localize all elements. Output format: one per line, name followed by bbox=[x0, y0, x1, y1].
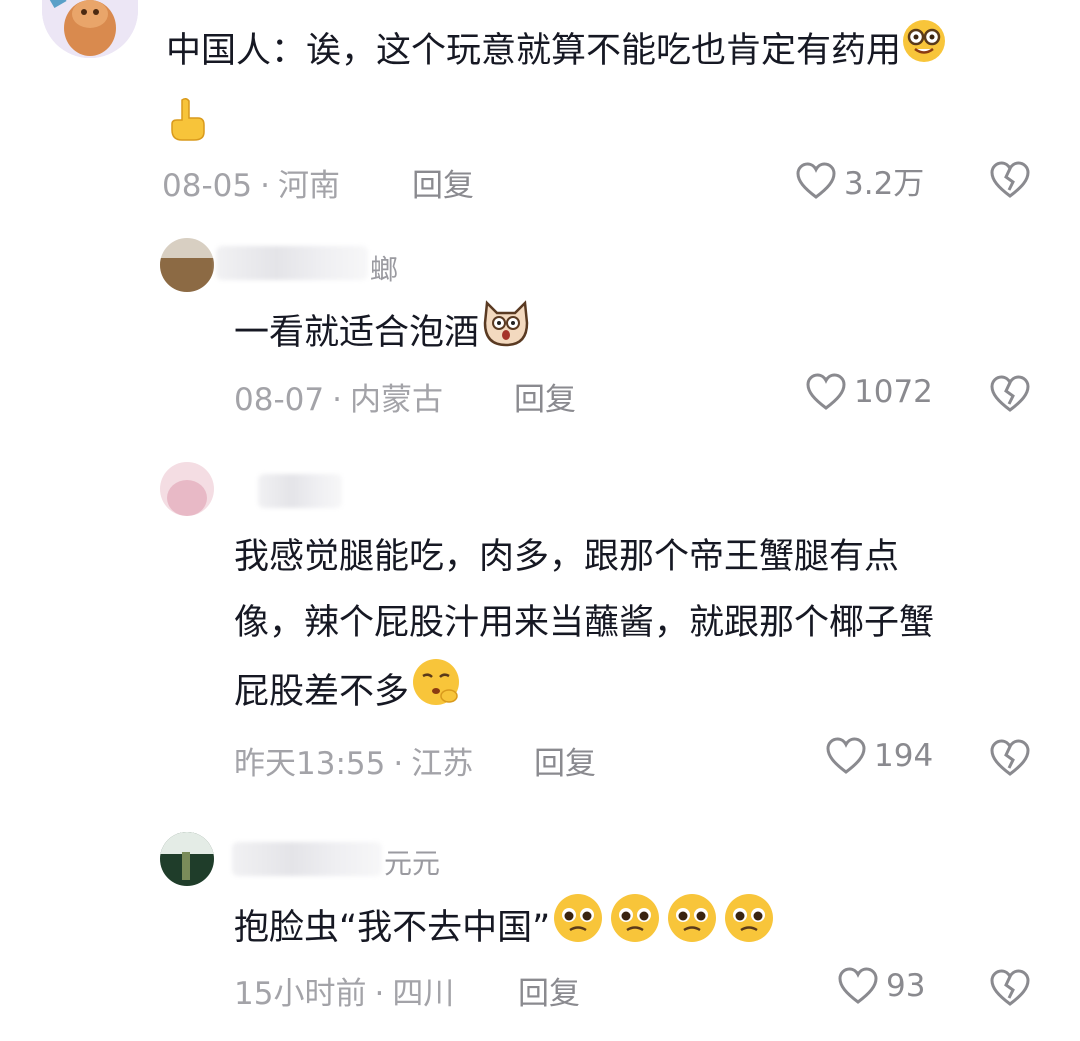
dog-face-emoji bbox=[479, 297, 533, 371]
blurred-username bbox=[232, 842, 382, 876]
reply-button[interactable]: 回复 bbox=[514, 374, 576, 419]
meta-separator: · bbox=[332, 382, 342, 418]
broken-heart-icon[interactable] bbox=[988, 968, 1032, 1008]
blurred-username bbox=[216, 246, 368, 280]
comment-location: 内蒙古 bbox=[349, 382, 443, 418]
comment-location: 四川 bbox=[392, 976, 455, 1012]
meta-separator: · bbox=[374, 976, 385, 1012]
like-count: 1072 bbox=[854, 374, 933, 410]
avatar[interactable] bbox=[42, 0, 138, 58]
heart-outline-icon bbox=[838, 967, 878, 1004]
broken-heart-icon[interactable] bbox=[988, 738, 1032, 778]
heart-outline-icon bbox=[826, 737, 866, 774]
meta-separator: · bbox=[260, 168, 270, 204]
blurred-username bbox=[258, 474, 342, 508]
reply-button[interactable]: 回复 bbox=[518, 968, 580, 1013]
username: 元元 bbox=[384, 847, 441, 880]
pleading-face-emoji bbox=[550, 890, 780, 968]
broken-heart-icon[interactable] bbox=[988, 374, 1032, 414]
avatar[interactable] bbox=[160, 238, 214, 292]
like-button[interactable]: 93 bbox=[836, 966, 925, 1006]
avatar[interactable] bbox=[160, 832, 214, 886]
like-button[interactable]: 1072 bbox=[804, 372, 933, 412]
kissing-face-emoji bbox=[409, 656, 463, 730]
avatar[interactable] bbox=[160, 462, 214, 516]
username: 螂 bbox=[370, 253, 399, 286]
meta-separator: · bbox=[393, 746, 404, 782]
comment-meta: 08-07 · 内蒙古 bbox=[234, 374, 443, 419]
comment-location: 河南 bbox=[277, 168, 340, 204]
like-count: 3.2万 bbox=[844, 166, 925, 202]
comment-date: 08-07 bbox=[234, 382, 325, 418]
comment-date: 昨天13:55 bbox=[234, 746, 386, 782]
comment-list: 中国人：诶，这个玩意就算不能吃也肯定有药用 08-05·河南 回复 3.2万 bbox=[0, 0, 1080, 1041]
heart-outline-icon bbox=[806, 373, 846, 410]
comment-meta: 08-05 · 河南 bbox=[162, 160, 340, 205]
like-button[interactable]: 3.2万 bbox=[794, 158, 924, 203]
like-count: 93 bbox=[886, 968, 926, 1004]
like-count: 194 bbox=[874, 738, 934, 774]
comment-date: 08-05 bbox=[162, 168, 253, 204]
comment-location: 江苏 bbox=[411, 746, 474, 782]
broken-heart-icon[interactable] bbox=[988, 160, 1032, 200]
like-button[interactable]: 194 bbox=[824, 736, 933, 776]
comment-meta: 昨天13:55 · 江苏 bbox=[234, 738, 473, 783]
reply-button[interactable]: 回复 bbox=[534, 738, 596, 783]
comment-text: 中国人：诶，这个玩意就算不能吃也肯定有药用 bbox=[166, 18, 1046, 86]
nerd-face-emoji bbox=[901, 18, 947, 86]
heart-outline-icon bbox=[796, 161, 836, 199]
comment-date: 15小时前 bbox=[234, 976, 367, 1012]
comment-text: 抱脸虫“我不去中国” bbox=[234, 890, 1054, 968]
pointing-down-emoji bbox=[164, 96, 208, 146]
reply-button[interactable]: 回复 bbox=[412, 160, 474, 205]
comment-text: 一看就适合泡酒 bbox=[234, 297, 1014, 371]
comment-text: 我感觉腿能吃，肉多，跟那个帝王蟹腿有点 像，辣个屁股汁用来当蘸酱，就跟那个椰子蟹… bbox=[234, 524, 1034, 730]
comment-meta: 15小时前 · 四川 bbox=[234, 968, 454, 1013]
